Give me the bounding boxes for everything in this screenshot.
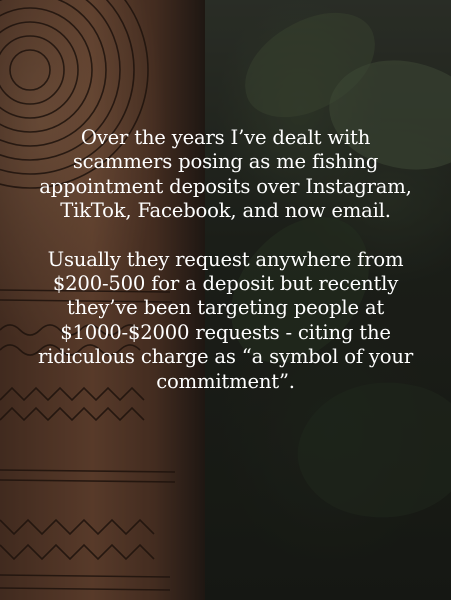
paragraph-2: Usually they request anywhere from $200-… (38, 247, 413, 393)
background-photo: Over the years I’ve dealt with scammers … (0, 0, 451, 600)
paragraph-1: Over the years I’ve dealt with scammers … (39, 126, 412, 223)
post-text: Over the years I’ve dealt with scammers … (0, 126, 451, 394)
